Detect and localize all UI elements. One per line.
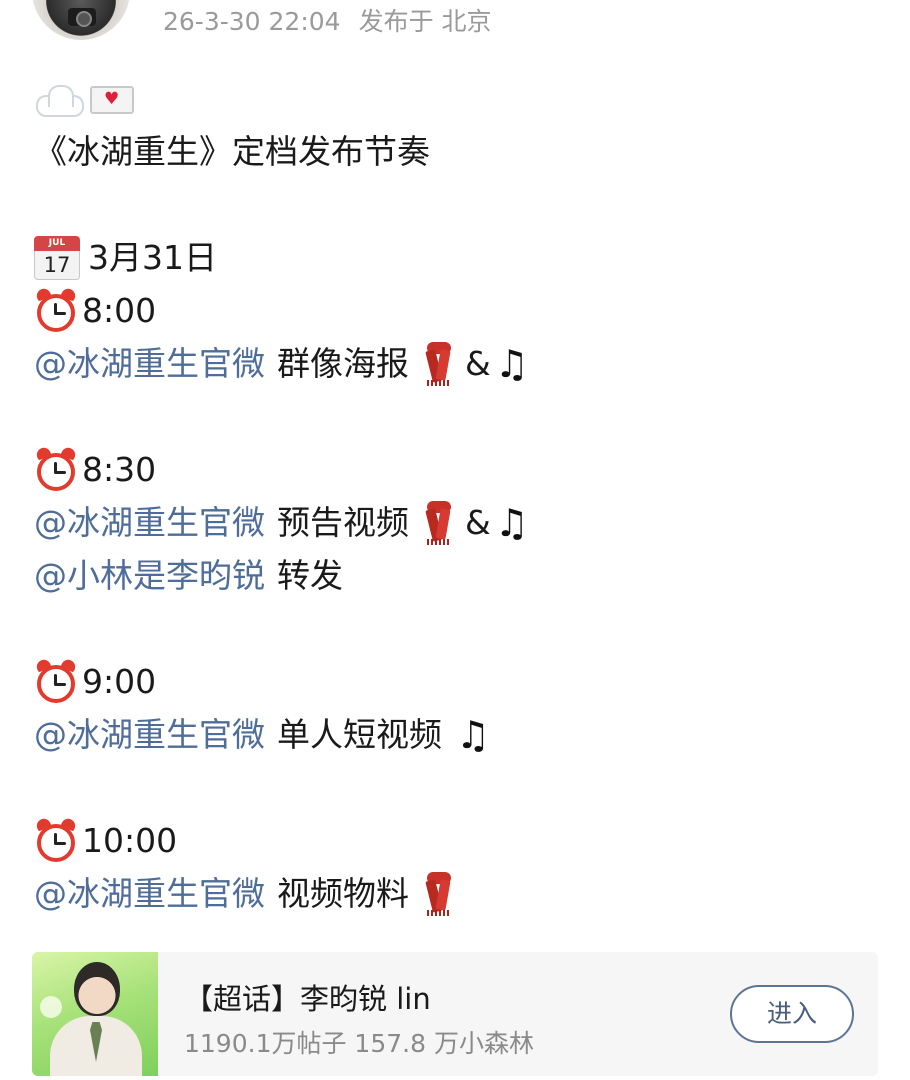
camera-icon <box>68 8 96 27</box>
mention-link[interactable]: @冰湖重生官微 <box>34 867 265 920</box>
schedule-time: 8:30 <box>34 443 884 496</box>
super-topic-title: 【超话】李昀锐 lin <box>184 982 431 1016</box>
schedule-item: @冰湖重生官微 群像海报 & ♫ <box>34 337 884 390</box>
mention-link[interactable]: @冰湖重生官微 <box>34 708 265 761</box>
super-topic-card[interactable]: 【超话】李昀锐 lin 1190.1万帖子 157.8 万小森林 进入 <box>32 952 878 1076</box>
schedule-item: @冰湖重生官微 预告视频 & ♫ <box>34 496 884 549</box>
scarf-icon <box>421 870 457 918</box>
cloud-icon <box>34 83 84 117</box>
love-letter-icon: ♥ <box>90 83 134 115</box>
release-date: JUL 17 3月31日 <box>34 231 884 284</box>
alarm-clock-icon <box>34 286 78 333</box>
post-location: 发布于 北京 <box>358 7 492 36</box>
schedule-item: @冰湖重生官微 单人短视频 ♫ <box>34 708 884 761</box>
post-content: ♥ 《冰湖重生》定档发布节奏 JUL 17 3月31日 8:00 @冰湖重生官微 … <box>34 72 884 920</box>
schedule-time: 10:00 <box>34 814 884 867</box>
alarm-clock-icon <box>34 657 78 704</box>
avatar[interactable] <box>32 0 130 40</box>
music-note-icon: ♫ <box>456 712 491 757</box>
scarf-icon <box>421 340 457 388</box>
music-note-icon: ♫ <box>494 341 529 386</box>
schedule-time: 8:00 <box>34 284 884 337</box>
schedule-time: 9:00 <box>34 655 884 708</box>
mention-link[interactable]: @冰湖重生官微 <box>34 496 265 549</box>
calendar-icon: JUL 17 <box>34 235 80 280</box>
alarm-clock-icon <box>34 445 78 492</box>
emoji-line: ♥ <box>34 72 884 125</box>
music-note-icon: ♫ <box>494 500 529 545</box>
mention-link[interactable]: @小林是李昀锐 <box>34 549 265 602</box>
mention-link[interactable]: @冰湖重生官微 <box>34 337 265 390</box>
post-timestamp: 26-3-30 22:04 <box>163 7 341 36</box>
weibo-post-page: 26-3-30 22:04 发布于 北京 ♥ 《冰湖重生》定档发布节奏 JUL 17… <box>0 0 910 1080</box>
scarf-icon <box>421 499 457 547</box>
alarm-clock-icon <box>34 816 78 863</box>
post-title: 《冰湖重生》定档发布节奏 <box>34 132 430 171</box>
schedule-item: @冰湖重生官微 视频物料 <box>34 867 884 920</box>
super-topic-stats: 1190.1万帖子 157.8 万小森林 <box>184 1029 534 1058</box>
enter-button[interactable]: 进入 <box>730 985 854 1043</box>
post-meta: 26-3-30 22:04 发布于 北京 <box>163 2 492 38</box>
schedule-item: @小林是李昀锐 转发 <box>34 549 884 602</box>
super-topic-thumbnail <box>32 952 158 1076</box>
